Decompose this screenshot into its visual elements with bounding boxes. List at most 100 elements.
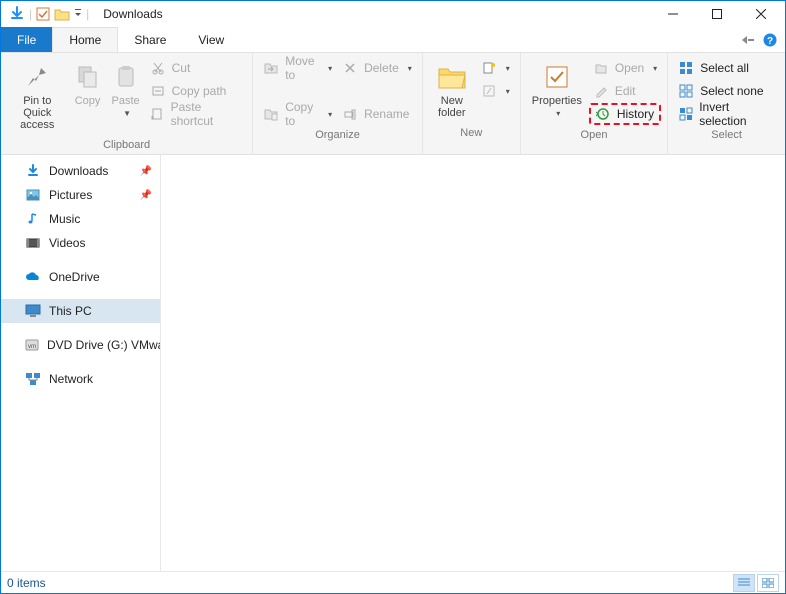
- group-label: Open: [527, 125, 661, 144]
- delete-button[interactable]: Delete ▾: [338, 57, 416, 79]
- status-bar: 0 items: [1, 571, 785, 593]
- pin-icon: [21, 61, 53, 93]
- details-view-button[interactable]: [733, 574, 755, 592]
- ribbon-tabs: File Home Share View ?: [1, 27, 785, 53]
- new-folder-icon: [436, 61, 468, 93]
- select-none-button[interactable]: Select none: [674, 80, 779, 102]
- edit-icon: [593, 83, 609, 99]
- paste-icon: [110, 61, 142, 93]
- minimize-ribbon-icon[interactable]: [741, 35, 755, 45]
- window-title: Downloads: [93, 7, 162, 21]
- history-icon: [595, 106, 611, 122]
- delete-icon: [342, 60, 358, 76]
- chevron-down-icon: ▾: [328, 64, 332, 73]
- nav-pictures[interactable]: Pictures 📌: [1, 183, 160, 207]
- tab-share[interactable]: Share: [118, 27, 182, 52]
- open-icon: [593, 60, 609, 76]
- invert-selection-icon: [678, 106, 693, 122]
- rename-icon: [342, 106, 358, 122]
- easy-access-icon: [481, 83, 497, 99]
- qat-dropdown-icon[interactable]: [74, 7, 82, 21]
- separator: |: [29, 7, 32, 21]
- downloads-icon: [25, 163, 41, 179]
- this-pc-icon: [25, 303, 41, 319]
- paste-shortcut-button[interactable]: Paste shortcut: [146, 103, 247, 125]
- move-to-icon: [263, 60, 279, 76]
- chevron-down-icon: ▾: [653, 64, 657, 73]
- tab-home[interactable]: Home: [52, 27, 118, 52]
- group-label: New: [429, 123, 514, 142]
- pin-icon: 📌: [140, 190, 152, 201]
- icons-view-button[interactable]: [757, 574, 779, 592]
- new-folder-button[interactable]: New folder: [429, 57, 475, 123]
- select-none-icon: [678, 83, 694, 99]
- rename-button[interactable]: Rename: [338, 103, 416, 125]
- edit-button[interactable]: Edit: [589, 80, 661, 102]
- nav-videos[interactable]: Videos: [1, 231, 160, 255]
- group-organize: Move to ▾ Copy to ▾ Delete ▾: [253, 53, 423, 154]
- chevron-down-icon: ▾: [408, 64, 412, 73]
- nav-downloads[interactable]: Downloads 📌: [1, 159, 160, 183]
- nav-music[interactable]: Music: [1, 207, 160, 231]
- nav-onedrive[interactable]: OneDrive: [1, 265, 160, 289]
- nav-dvd-drive[interactable]: vm DVD Drive (G:) VMwa: [1, 333, 160, 357]
- pin-icon: 📌: [140, 166, 152, 177]
- disc-icon: vm: [25, 337, 39, 353]
- move-to-button[interactable]: Move to ▾: [259, 57, 336, 79]
- separator: |: [82, 7, 93, 21]
- chevron-down-icon: ▼: [123, 109, 131, 118]
- properties-qat-icon[interactable]: [36, 7, 50, 21]
- group-new: New folder ▾ ▾ New: [423, 53, 521, 154]
- select-all-button[interactable]: Select all: [674, 57, 779, 79]
- properties-button[interactable]: Properties ▾: [527, 57, 587, 122]
- group-select: Select all Select none Invert selection …: [668, 53, 785, 154]
- title-bar: | | Downloads: [1, 1, 785, 27]
- close-button[interactable]: [739, 2, 783, 26]
- open-button[interactable]: Open ▾: [589, 57, 661, 79]
- music-icon: [25, 211, 41, 227]
- new-item-icon: [481, 60, 497, 76]
- group-label: Organize: [259, 125, 416, 144]
- chevron-down-icon: ▾: [506, 64, 510, 73]
- quick-access-toolbar: |: [3, 6, 82, 22]
- copy-to-button[interactable]: Copy to ▾: [259, 103, 336, 125]
- copy-to-icon: [263, 106, 279, 122]
- network-icon: [25, 371, 41, 387]
- content-area: Downloads 📌 Pictures 📌 Music Videos OneD…: [1, 155, 785, 571]
- properties-icon: [541, 61, 573, 93]
- tab-file[interactable]: File: [1, 27, 52, 52]
- help-icon[interactable]: ?: [763, 33, 777, 47]
- svg-text:vm: vm: [28, 344, 36, 350]
- paste-shortcut-icon: [150, 106, 165, 122]
- new-item-button[interactable]: ▾: [477, 57, 514, 79]
- paste-button[interactable]: Paste ▼: [108, 57, 144, 122]
- scissors-icon: [150, 60, 166, 76]
- copy-path-button[interactable]: Copy path: [146, 80, 247, 102]
- chevron-down-icon: ▾: [506, 87, 510, 96]
- navigation-pane: Downloads 📌 Pictures 📌 Music Videos OneD…: [1, 155, 161, 571]
- cut-button[interactable]: Cut: [146, 57, 247, 79]
- group-clipboard: Pin to Quick access Copy Paste ▼ Cut Cop…: [1, 53, 253, 154]
- item-count: 0 items: [7, 576, 46, 590]
- copy-button[interactable]: Copy: [70, 57, 106, 111]
- onedrive-icon: [25, 269, 41, 285]
- svg-text:?: ?: [767, 36, 773, 47]
- group-label: Select: [674, 125, 779, 144]
- copy-path-icon: [150, 83, 166, 99]
- maximize-button[interactable]: [695, 2, 739, 26]
- folder-qat-icon[interactable]: [54, 7, 70, 21]
- app-icon: [9, 6, 25, 22]
- chevron-down-icon: ▾: [556, 109, 560, 118]
- nav-network[interactable]: Network: [1, 367, 160, 391]
- tab-view[interactable]: View: [182, 27, 240, 52]
- history-button[interactable]: History: [589, 103, 661, 125]
- easy-access-button[interactable]: ▾: [477, 80, 514, 102]
- minimize-button[interactable]: [651, 2, 695, 26]
- files-list[interactable]: [161, 155, 785, 571]
- group-open: Properties ▾ Open ▾ Edit History Op: [521, 53, 668, 154]
- pin-to-quick-access-button[interactable]: Pin to Quick access: [7, 57, 68, 135]
- nav-this-pc[interactable]: This PC: [1, 299, 160, 323]
- copy-icon: [72, 61, 104, 93]
- select-all-icon: [678, 60, 694, 76]
- invert-selection-button[interactable]: Invert selection: [674, 103, 779, 125]
